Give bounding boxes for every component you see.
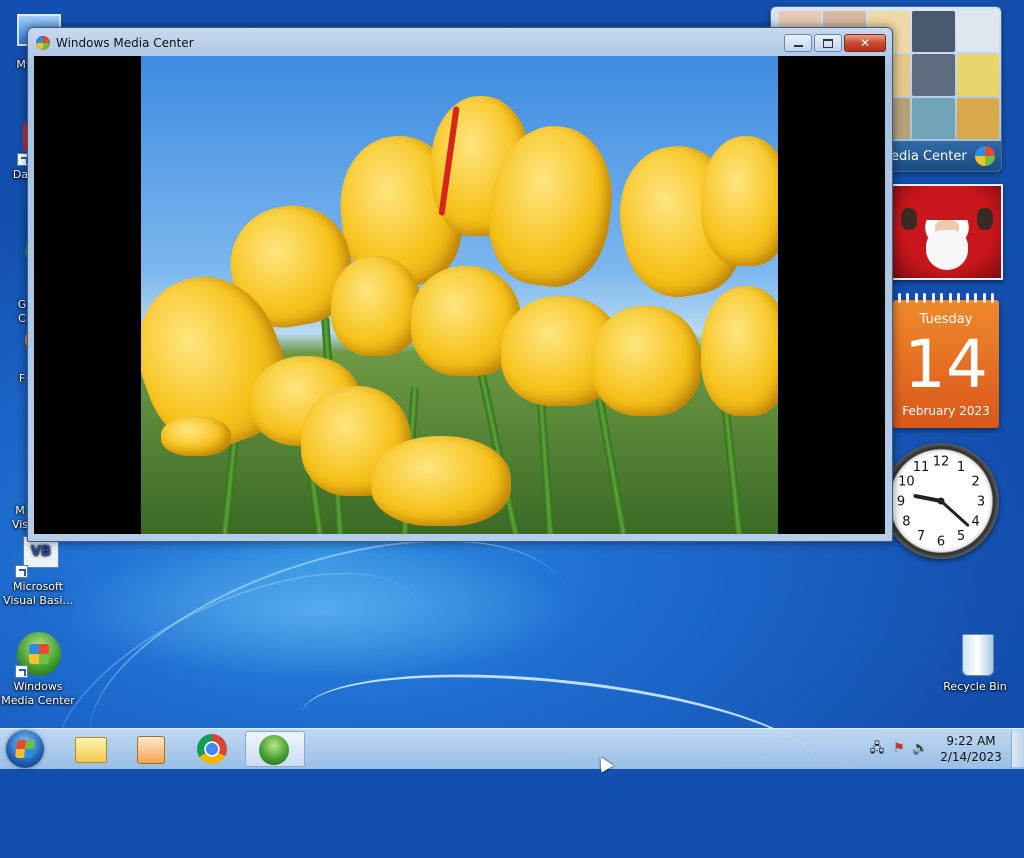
santa-hand xyxy=(901,208,917,230)
clock-gadget[interactable]: 12 1 2 3 4 5 6 7 8 9 10 11 xyxy=(883,443,999,559)
clock-date[interactable]: 2/14/2023 xyxy=(936,750,1006,764)
clock-number: 6 xyxy=(937,535,945,550)
windows-logo-icon xyxy=(975,146,995,166)
clock-number: 3 xyxy=(977,495,985,510)
media-viewport[interactable] xyxy=(34,56,885,534)
taskbar-chrome[interactable] xyxy=(184,731,240,767)
desktop-icon-label: F xyxy=(18,372,26,385)
calendar-rings xyxy=(895,293,997,303)
action-center-flag-icon[interactable]: ⚑ xyxy=(891,741,907,757)
desktop-icon-recycle-bin[interactable]: Recycle Bin xyxy=(937,632,1013,694)
recycle-bin-icon xyxy=(952,632,998,678)
maximize-button[interactable] xyxy=(814,34,842,52)
santa-beard xyxy=(926,230,968,270)
restore-icon xyxy=(823,38,833,48)
media-center-icon xyxy=(15,632,61,678)
clock-hour-hand xyxy=(913,494,943,503)
clock-number: 10 xyxy=(898,475,915,490)
desktop-icon-label: Windows Media Center xyxy=(1,680,75,707)
window-titlebar[interactable]: Windows Media Center ✕ xyxy=(28,28,892,56)
minimize-icon xyxy=(793,45,803,47)
desktop-icon-media-center[interactable]: Windows Media Center xyxy=(0,632,76,708)
close-button[interactable]: ✕ xyxy=(844,34,886,52)
start-button[interactable] xyxy=(6,730,44,768)
desktop-icon-label: G C xyxy=(17,298,27,325)
desktop-icon-visual-basic[interactable]: VB Microsoft Visual Basi... xyxy=(0,532,76,608)
wallpaper-glow xyxy=(60,540,580,680)
window-title: Windows Media Center xyxy=(56,36,194,50)
calendar-month-year: February 2023 xyxy=(902,404,990,418)
shortcut-arrow-icon xyxy=(15,565,28,578)
shortcut-arrow-icon xyxy=(15,665,28,678)
calendar-weekday: Tuesday xyxy=(919,312,973,327)
thumbnail[interactable] xyxy=(956,54,999,96)
close-icon: ✕ xyxy=(859,36,871,50)
calendar-day-number: 14 xyxy=(904,326,988,403)
media-center-icon xyxy=(36,36,50,50)
chrome-icon xyxy=(197,734,227,764)
speaker-icon[interactable] xyxy=(912,11,955,53)
desktop-icon-label: M Vis xyxy=(11,504,29,531)
clock-number: 5 xyxy=(957,529,965,544)
clock-number: 2 xyxy=(972,475,980,490)
show-desktop-button[interactable] xyxy=(1011,731,1024,767)
thumbnail[interactable] xyxy=(912,97,955,139)
clock-number: 12 xyxy=(933,455,950,470)
network-icon[interactable]: 🖧 xyxy=(869,741,885,757)
desktop-icon-label: Microsoft Visual Basi... xyxy=(3,580,73,607)
clock-number: 8 xyxy=(902,515,910,530)
thumbnail[interactable] xyxy=(956,11,999,53)
clock-number: 7 xyxy=(917,529,925,544)
clock-face: 12 12 3 45678 9 1011 xyxy=(897,455,985,550)
volume-icon[interactable]: 🔈 xyxy=(912,741,928,757)
slideshow-gadget[interactable] xyxy=(891,184,1003,280)
taskbar-media-center[interactable] xyxy=(245,731,305,767)
media-player-icon xyxy=(137,736,165,764)
minimize-button[interactable] xyxy=(784,34,812,52)
folder-icon xyxy=(75,737,107,763)
tulips-photo xyxy=(141,56,778,534)
clock-number: 1 xyxy=(957,460,965,475)
santa-hand xyxy=(977,208,993,230)
clock-time[interactable]: 9:22 AM xyxy=(936,734,1006,748)
taskbar-explorer[interactable] xyxy=(62,731,118,767)
media-center-window[interactable]: Windows Media Center ✕ xyxy=(27,27,893,542)
play-icon[interactable] xyxy=(912,54,955,96)
calendar-gadget[interactable]: Tuesday 14 February 2023 xyxy=(893,293,999,428)
clock-number: 4 xyxy=(972,515,980,530)
taskbar: 🖧 ⚑ 🔈 9:22 AM 2/14/2023 xyxy=(0,728,1024,769)
window-controls: ✕ xyxy=(782,34,886,52)
media-center-icon xyxy=(259,735,289,765)
windows-logo-icon xyxy=(15,740,35,758)
clock-minute-hand xyxy=(939,499,970,527)
clock-number: 11 xyxy=(913,460,930,475)
desktop-icon-label: Recycle Bin xyxy=(943,680,1007,693)
taskbar-media-player[interactable] xyxy=(122,731,178,767)
media-center-gadget-label: edia Center xyxy=(891,149,967,164)
thumbnail[interactable] xyxy=(956,97,999,139)
system-tray: 🖧 ⚑ 🔈 9:22 AM 2/14/2023 xyxy=(854,729,1024,769)
clock-number: 9 xyxy=(897,495,905,510)
